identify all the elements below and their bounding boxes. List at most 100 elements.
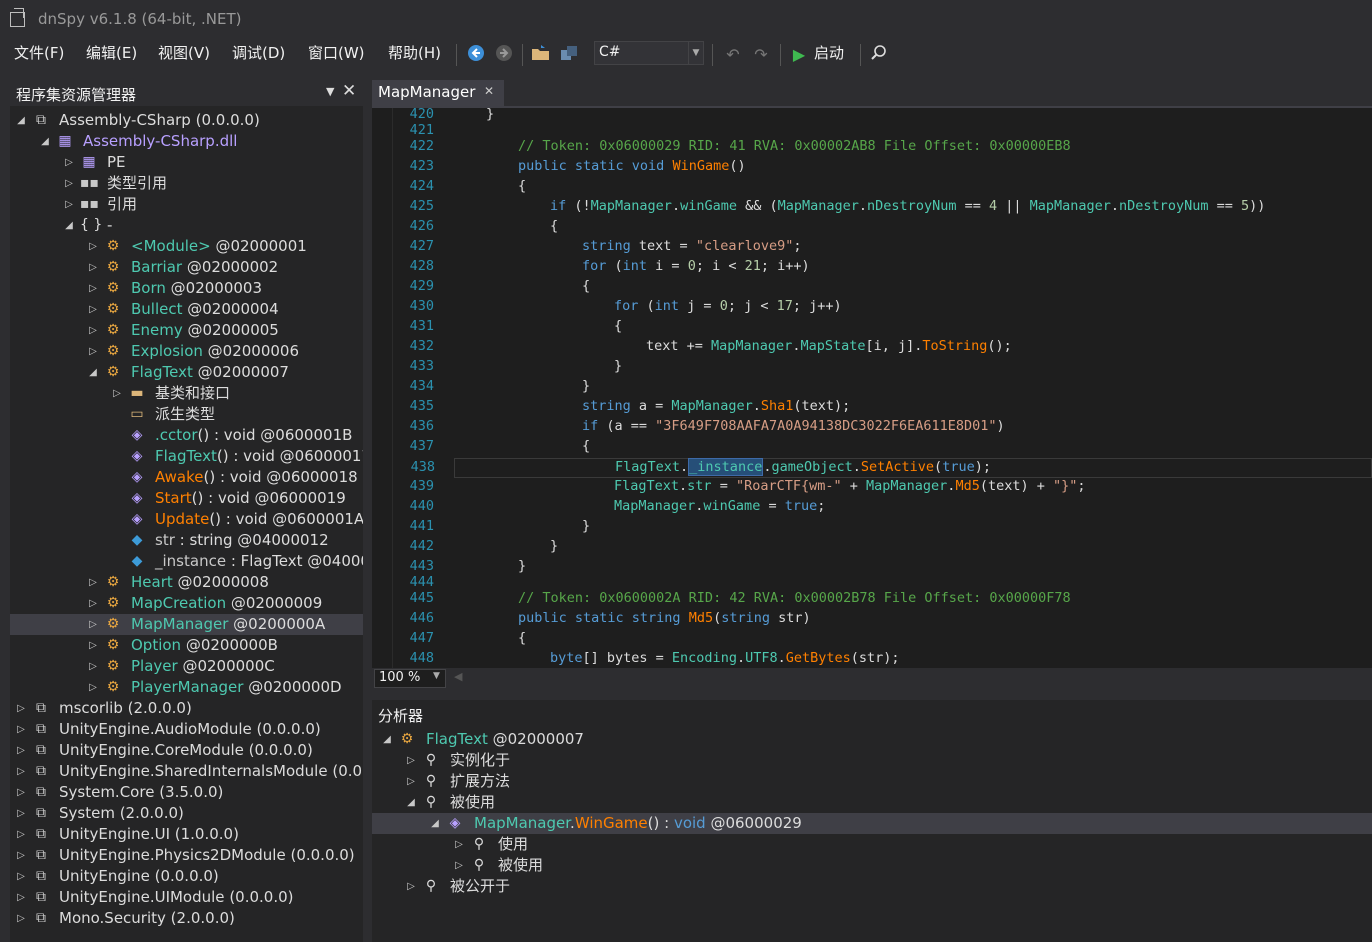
collapsed-arrow-icon[interactable]: ▷ — [64, 173, 74, 194]
tree-node[interactable]: ▷ ⚙ Enemy @02000005 — [10, 320, 363, 341]
open-folder-icon[interactable] — [530, 44, 552, 66]
menu-help[interactable]: 帮助(H) — [388, 42, 441, 63]
tree-node[interactable]: ▷ ⧉ Mono.Security (2.0.0.0) — [10, 908, 363, 929]
tree-node[interactable]: ▷ ⧉ UnityEngine.AudioModule (0.0.0.0) — [10, 719, 363, 740]
tree-node[interactable]: ▷ ⧉ mscorlib (2.0.0.0) — [10, 698, 363, 719]
tab-mapmanager[interactable]: MapManager ✕ — [372, 80, 504, 106]
back-arrow-icon[interactable] — [465, 44, 487, 66]
tree-node[interactable]: ▷ ⧉ UnityEngine.Physics2DModule (0.0.0.0) — [10, 845, 363, 866]
collapsed-arrow-icon[interactable]: ▷ — [16, 803, 26, 824]
collapsed-arrow-icon[interactable]: ▷ — [406, 876, 416, 897]
analyzer-node[interactable]: ▷ ⚲ 扩展方法 — [372, 771, 1372, 792]
open-list-icon[interactable] — [558, 44, 580, 66]
tree-node[interactable]: ▷ ⚙ Heart @02000008 — [10, 572, 363, 593]
collapsed-arrow-icon[interactable]: ▷ — [88, 614, 98, 635]
tree-node[interactable]: ◆ _instance : FlagText @04000013 — [10, 551, 363, 572]
menu-edit[interactable]: 编辑(E) — [86, 42, 137, 63]
collapsed-arrow-icon[interactable]: ▷ — [88, 236, 98, 257]
expanded-arrow-icon[interactable]: ◢ — [88, 362, 98, 383]
tree-node[interactable]: ◢ { } - — [10, 215, 363, 236]
collapsed-arrow-icon[interactable]: ▷ — [88, 635, 98, 656]
tree-node[interactable]: ▷ ⧉ UnityEngine.CoreModule (0.0.0.0) — [10, 740, 363, 761]
collapsed-arrow-icon[interactable]: ▷ — [88, 278, 98, 299]
tree-node[interactable]: ◢ ▦ Assembly-CSharp.dll — [10, 131, 363, 152]
language-select[interactable]: C# ▼ — [594, 41, 704, 65]
close-icon[interactable]: ✕ — [342, 81, 356, 101]
tree-node[interactable]: ▷ ▬ 基类和接口 — [10, 383, 363, 404]
menu-file[interactable]: 文件(F) — [14, 42, 64, 63]
collapsed-arrow-icon[interactable]: ▷ — [16, 845, 26, 866]
tree-node[interactable]: ▷ ⚙ PlayerManager @0200000D — [10, 677, 363, 698]
tree-node[interactable]: ▷ ⚙ Player @0200000C — [10, 656, 363, 677]
tree-node[interactable]: ◈ Update() : void @0600001A — [10, 509, 363, 530]
expanded-arrow-icon[interactable]: ◢ — [40, 131, 50, 152]
tree-node[interactable]: ◢ ⚙ FlagText @02000007 — [10, 362, 363, 383]
code-editor[interactable]: 420} 421 422// Token: 0x06000029 RID: 41 R… — [372, 108, 1372, 668]
undo-icon[interactable]: ↶ — [722, 44, 744, 66]
forward-arrow-icon[interactable] — [493, 44, 515, 66]
expanded-arrow-icon[interactable]: ◢ — [382, 729, 392, 750]
analyzer-node[interactable]: ▷ ⚲ 被使用 — [372, 855, 1372, 876]
collapsed-arrow-icon[interactable]: ▷ — [88, 341, 98, 362]
collapsed-arrow-icon[interactable]: ▷ — [16, 782, 26, 803]
tree-node[interactable]: ▭ 派生类型 — [10, 404, 363, 425]
zoom-select[interactable]: 100 % ▼ — [374, 669, 446, 688]
collapsed-arrow-icon[interactable]: ▷ — [454, 855, 464, 876]
collapsed-arrow-icon[interactable]: ▷ — [16, 866, 26, 887]
tree-node[interactable]: ◈ Start() : void @06000019 — [10, 488, 363, 509]
menu-window[interactable]: 窗口(W) — [308, 42, 365, 63]
tree-node[interactable]: ▷ ⚙ Bullect @02000004 — [10, 299, 363, 320]
tree-node[interactable]: ▷ ⚙ Barriar @02000002 — [10, 257, 363, 278]
tree-node[interactable]: ▷ ▦ PE — [10, 152, 363, 173]
tree-node[interactable]: ▷ ⚙ MapManager @0200000A — [10, 614, 363, 635]
tree-node[interactable]: ◈ .cctor() : void @0600001B — [10, 425, 363, 446]
tree-node[interactable]: ◈ Awake() : void @06000018 — [10, 467, 363, 488]
collapsed-arrow-icon[interactable]: ▷ — [88, 656, 98, 677]
collapsed-arrow-icon[interactable]: ▷ — [454, 834, 464, 855]
collapsed-arrow-icon[interactable]: ▷ — [88, 320, 98, 341]
tree-node[interactable]: ▷ ▪▪ 类型引用 — [10, 173, 363, 194]
tree-node[interactable]: ▷ ⧉ UnityEngine.UIModule (0.0.0.0) — [10, 887, 363, 908]
expanded-arrow-icon[interactable]: ◢ — [430, 813, 440, 834]
collapsed-arrow-icon[interactable]: ▷ — [88, 299, 98, 320]
tree-node[interactable]: ▷ ⧉ UnityEngine.UI (1.0.0.0) — [10, 824, 363, 845]
collapsed-arrow-icon[interactable]: ▷ — [112, 383, 122, 404]
redo-icon[interactable]: ↷ — [750, 44, 772, 66]
tree-node[interactable]: ▷ ⧉ System (2.0.0.0) — [10, 803, 363, 824]
expanded-arrow-icon[interactable]: ◢ — [64, 215, 74, 236]
tree-node[interactable]: ◆ str : string @04000012 — [10, 530, 363, 551]
collapsed-arrow-icon[interactable]: ▷ — [16, 740, 26, 761]
tree-node[interactable]: ▷ ⚙ Born @02000003 — [10, 278, 363, 299]
tree-node[interactable]: ◢ ⧉ Assembly-CSharp (0.0.0.0) — [10, 110, 363, 131]
close-icon[interactable]: ✕ — [484, 84, 494, 98]
tree-node[interactable]: ▷ ⚙ Option @0200000B — [10, 635, 363, 656]
panel-menu-dropdown-icon[interactable]: ▼ — [326, 85, 334, 98]
analyzer-node[interactable]: ▷ ⚲ 被公开于 — [372, 876, 1372, 897]
collapsed-arrow-icon[interactable]: ▷ — [88, 677, 98, 698]
collapsed-arrow-icon[interactable]: ▷ — [16, 908, 26, 929]
tree-node[interactable]: ▷ ⚙ <Module> @02000001 — [10, 236, 363, 257]
analyzer-node[interactable]: ◢ ⚙ FlagText @02000007 — [372, 729, 1372, 750]
tree-node[interactable]: ◈ FlagText() : void @06000017 — [10, 446, 363, 467]
start-button[interactable]: 启动 — [814, 42, 844, 63]
scroll-left-icon[interactable]: ◀ — [454, 670, 462, 683]
collapsed-arrow-icon[interactable]: ▷ — [64, 194, 74, 215]
menu-view[interactable]: 视图(V) — [158, 42, 210, 63]
collapsed-arrow-icon[interactable]: ▷ — [88, 572, 98, 593]
tree-node[interactable]: ▷ ⧉ UnityEngine (0.0.0.0) — [10, 866, 363, 887]
tree-node[interactable]: ▷ ▪▪ 引用 — [10, 194, 363, 215]
expanded-arrow-icon[interactable]: ◢ — [16, 110, 26, 131]
tree-node[interactable]: ▷ ⧉ System.Core (3.5.0.0) — [10, 782, 363, 803]
tree-node[interactable]: ▷ ⚙ Explosion @02000006 — [10, 341, 363, 362]
menu-debug[interactable]: 调试(D) — [232, 42, 285, 63]
collapsed-arrow-icon[interactable]: ▷ — [88, 257, 98, 278]
collapsed-arrow-icon[interactable]: ▷ — [88, 593, 98, 614]
tree-node[interactable]: ▷ ⧉ UnityEngine.SharedInternalsModule (0.0… — [10, 761, 363, 782]
analyzer-node[interactable]: ◢ ◈ MapManager.WinGame() : void @06000029 — [372, 813, 1372, 834]
collapsed-arrow-icon[interactable]: ▷ — [16, 887, 26, 908]
tree-node[interactable]: ▷ ⚙ MapCreation @02000009 — [10, 593, 363, 614]
collapsed-arrow-icon[interactable]: ▷ — [406, 771, 416, 792]
collapsed-arrow-icon[interactable]: ▷ — [406, 750, 416, 771]
search-icon[interactable] — [868, 44, 890, 66]
collapsed-arrow-icon[interactable]: ▷ — [16, 698, 26, 719]
